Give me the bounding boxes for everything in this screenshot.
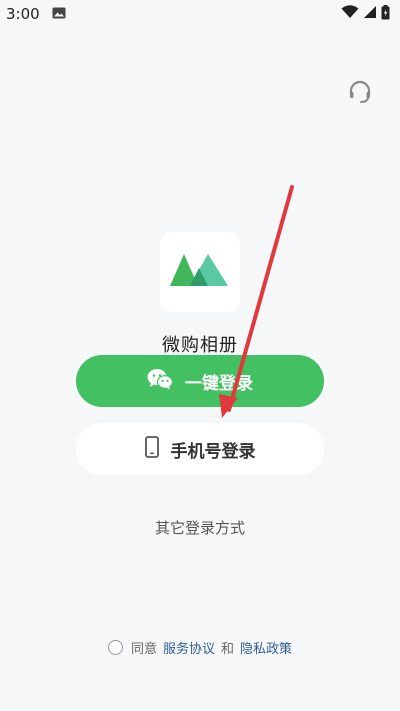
battery-icon [381,4,390,24]
agreement-checkbox[interactable] [107,640,123,655]
headset-support-icon[interactable] [346,78,374,106]
phone-login-label: 手机号登录 [170,441,256,462]
mountain-logo-icon [170,250,230,294]
wifi-icon [341,5,359,23]
wechat-icon [147,368,174,395]
agreement-and: 和 [221,642,235,657]
one-click-login-label: 一键登录 [185,373,253,394]
app-logo [160,232,240,312]
status-right [341,4,390,24]
agreement-prefix: 同意 [130,642,157,657]
one-click-login-button[interactable]: 一键登录 [76,355,324,407]
app-name: 微购相册 [162,335,238,356]
status-time: 3:00 [6,5,40,23]
phone-icon [144,435,159,463]
image-notification-icon [52,5,66,23]
signal-icon [363,5,377,23]
service-agreement-link[interactable]: 服务协议 [163,638,215,657]
status-left: 3:00 [6,5,66,23]
privacy-policy-link[interactable]: 隐私政策 [240,638,292,657]
agreement-row: 同意 服务协议 和 隐私政策 [0,638,400,657]
status-bar: 3:00 [0,0,400,28]
other-login-link[interactable]: 其它登录方式 [0,517,400,538]
phone-login-button[interactable]: 手机号登录 [76,423,324,475]
